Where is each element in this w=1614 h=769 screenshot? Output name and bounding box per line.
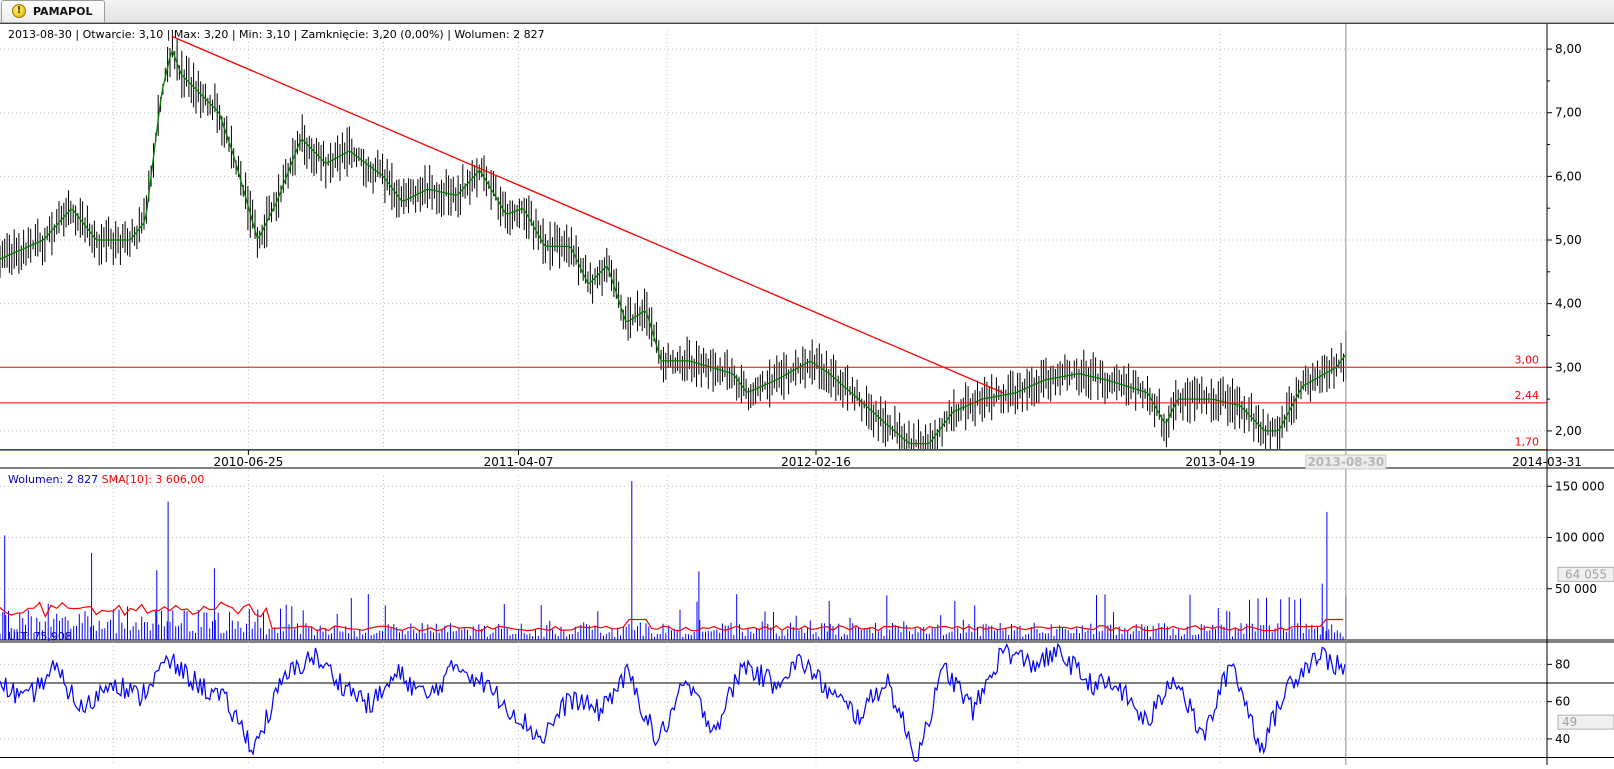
date-tick-label: 2013-04-19: [1185, 455, 1255, 469]
ult-tick-label: 80: [1555, 657, 1570, 671]
info-line: 2013-08-30 | Otwarcie: 3,10 | Max: 3,20 …: [8, 28, 545, 41]
price-tick-label: 3,00: [1555, 360, 1582, 374]
tab-pamapol[interactable]: ! PAMAPOL: [1, 0, 105, 22]
ult-tick-label: 40: [1555, 732, 1570, 746]
date-tick-label: 2012-02-16: [781, 455, 851, 469]
level-label: 3,00: [1515, 353, 1540, 366]
date-tick-label: 2014-03-31: [1512, 455, 1582, 469]
chart-svg[interactable]: 3,00 2,44 1,70 8,00 7,00 6,00 5,00 4,00 3,00 2,0…: [0, 24, 1614, 765]
ult-current-label: 49: [1557, 714, 1614, 730]
chart-area[interactable]: 3,00 2,44 1,70 8,00 7,00 6,00 5,00 4,00 3,00 2,0…: [0, 23, 1614, 765]
price-tick-label: 4,00: [1555, 297, 1582, 311]
price-tick-label: 8,00: [1555, 42, 1582, 56]
cursor-date-text: 2013-08-30: [1307, 455, 1384, 469]
warning-icon: !: [12, 4, 26, 18]
volume-tick-label: 150 000: [1555, 479, 1605, 493]
volume-current-label: 64 055: [1557, 566, 1614, 582]
price-tick-label: 6,00: [1555, 169, 1582, 183]
volume-current-text: 64 055: [1565, 567, 1607, 581]
price-tick-label: 2,00: [1555, 424, 1582, 438]
ult-tick-label: 60: [1555, 695, 1570, 709]
ult-legend: ULT: 75,908: [8, 630, 72, 643]
ult-current-text: 49: [1562, 715, 1577, 729]
price-tick-label: 5,00: [1555, 233, 1582, 247]
level-label: 2,44: [1515, 389, 1540, 402]
tab-bar: ! PAMAPOL: [0, 0, 1614, 23]
price-tick-label: 7,00: [1555, 106, 1582, 120]
date-tick-label: 2010-06-25: [214, 455, 284, 469]
level-label: 1,70: [1515, 436, 1540, 449]
cursor-date-label: 2013-08-30: [1305, 454, 1387, 470]
volume-tick-label: 50 000: [1555, 582, 1597, 596]
volume-tick-label: 100 000: [1555, 531, 1605, 545]
volume-legend: Wolumen: 2 827 SMA[10]: 3 606,00: [8, 473, 204, 486]
date-tick-label: 2011-04-07: [484, 455, 554, 469]
tab-label: PAMAPOL: [33, 5, 93, 18]
